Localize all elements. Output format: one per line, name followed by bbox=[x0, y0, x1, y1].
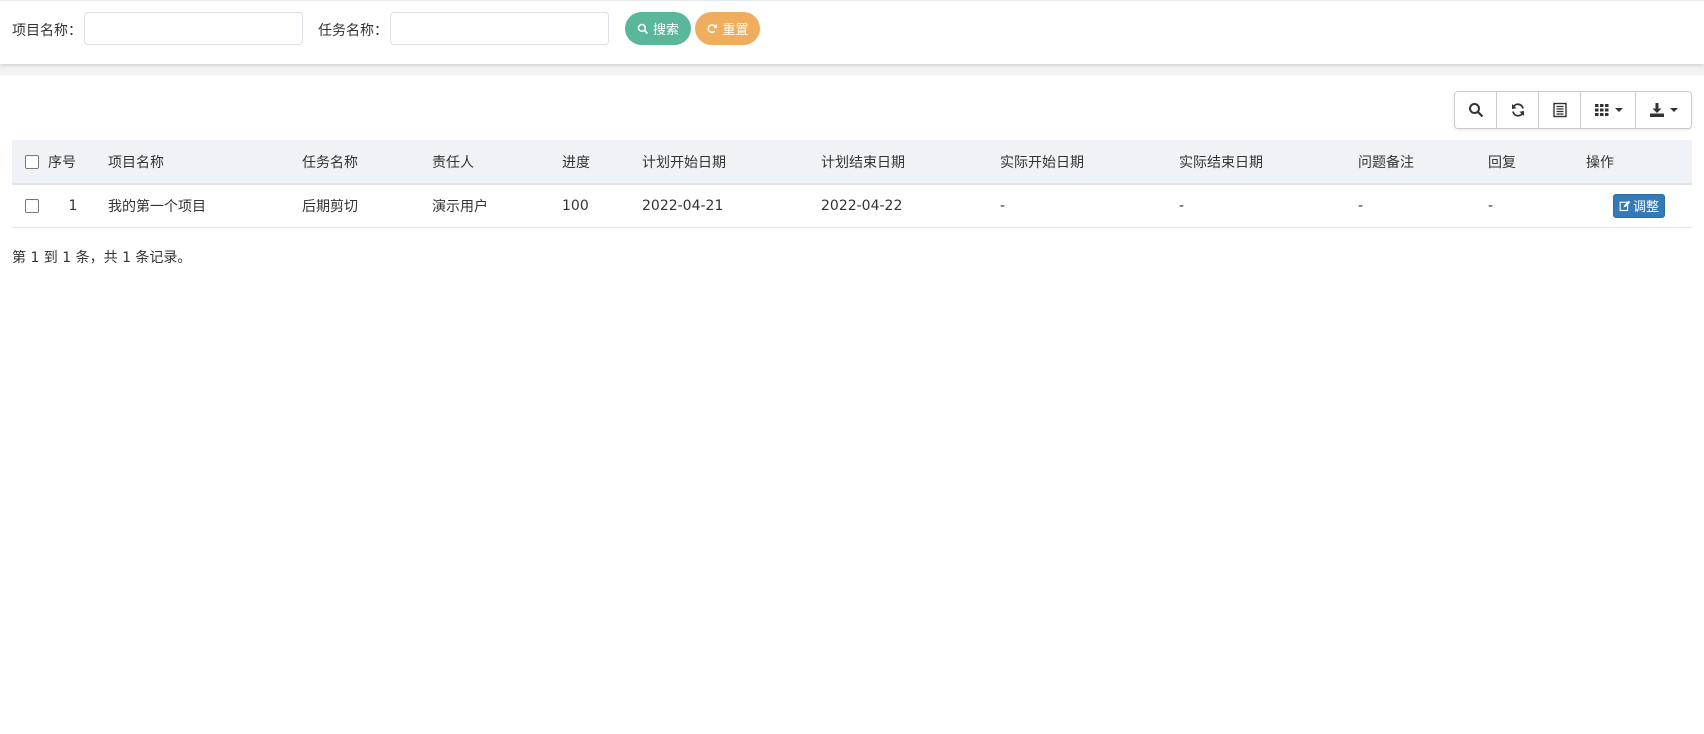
pagination-info: 第 1 到 1 条，共 1 条记录。 bbox=[12, 250, 192, 266]
header-actual-end: 实际结束日期 bbox=[1179, 140, 1358, 185]
toolbar-refresh-button[interactable] bbox=[1497, 92, 1539, 128]
search-button-label: 搜索 bbox=[652, 22, 679, 37]
header-plan-start: 计划开始日期 bbox=[642, 140, 821, 185]
chevron-down-icon bbox=[1670, 108, 1678, 112]
cell-actual-start: - bbox=[1000, 184, 1179, 228]
cell-project: 我的第一个项目 bbox=[98, 184, 302, 228]
toolbar-search-button[interactable] bbox=[1455, 92, 1497, 128]
task-name-input[interactable] bbox=[390, 12, 609, 45]
edit-icon bbox=[1619, 200, 1631, 211]
header-actions: 操作 bbox=[1586, 140, 1692, 185]
task-name-label: 任务名称： bbox=[318, 23, 388, 39]
header-owner: 责任人 bbox=[432, 140, 562, 185]
search-form: 项目名称： 任务名称： 搜索 重置 bbox=[0, 0, 1704, 64]
cell-task: 后期剪切 bbox=[302, 184, 432, 228]
header-project: 项目名称 bbox=[98, 140, 302, 185]
cell-actions: 调整 bbox=[1586, 184, 1692, 228]
cell-remark: - bbox=[1358, 184, 1488, 228]
chevron-down-icon bbox=[1614, 108, 1623, 112]
project-name-label: 项目名称： bbox=[12, 23, 82, 39]
cell-plan-start: 2022-04-21 bbox=[642, 184, 821, 228]
table-toolbar bbox=[1454, 91, 1692, 129]
refresh-icon bbox=[708, 23, 718, 33]
row-checkbox[interactable] bbox=[25, 198, 39, 213]
cell-reply: - bbox=[1488, 184, 1586, 228]
header-plan-end: 计划结束日期 bbox=[821, 140, 1000, 185]
project-name-input[interactable] bbox=[84, 12, 303, 45]
select-all-checkbox[interactable] bbox=[25, 154, 39, 169]
table-row[interactable]: 1 我的第一个项目 后期剪切 演示用户 100 2022-04-21 2022-… bbox=[12, 184, 1692, 228]
adjust-button-label: 调整 bbox=[1632, 199, 1659, 215]
header-actual-start: 实际开始日期 bbox=[1000, 140, 1179, 185]
cell-seq: 1 bbox=[48, 184, 98, 228]
toolbar-toggle-view-button[interactable] bbox=[1539, 92, 1581, 128]
header-seq: 序号 bbox=[48, 140, 98, 185]
cell-actual-end: - bbox=[1179, 184, 1358, 228]
toolbar-export-button[interactable] bbox=[1636, 92, 1691, 128]
cell-plan-end: 2022-04-22 bbox=[821, 184, 1000, 228]
search-icon bbox=[637, 23, 649, 34]
table-header-row: 序号 项目名称 任务名称 责任人 进度 计划开始日期 计划结束日期 实际开始日期… bbox=[12, 140, 1692, 185]
row-select-cell bbox=[12, 184, 48, 228]
header-reply: 回复 bbox=[1488, 140, 1586, 185]
header-select-all bbox=[12, 140, 48, 185]
adjust-button[interactable]: 调整 bbox=[1612, 193, 1665, 218]
columns-icon bbox=[1594, 104, 1608, 116]
table-panel: 序号 项目名称 任务名称 责任人 进度 计划开始日期 计划结束日期 实际开始日期… bbox=[0, 75, 1704, 734]
refresh-icon bbox=[1511, 103, 1524, 117]
toolbar-columns-button[interactable] bbox=[1581, 92, 1636, 128]
cell-owner: 演示用户 bbox=[432, 184, 562, 228]
task-table: 序号 项目名称 任务名称 责任人 进度 计划开始日期 计划结束日期 实际开始日期… bbox=[12, 140, 1692, 228]
search-button[interactable]: 搜索 bbox=[625, 12, 691, 45]
search-icon bbox=[1468, 103, 1483, 118]
reset-button[interactable]: 重置 bbox=[695, 12, 760, 45]
reset-button-label: 重置 bbox=[722, 22, 749, 37]
header-remark: 问题备注 bbox=[1358, 140, 1488, 185]
cell-progress: 100 bbox=[562, 184, 642, 228]
header-progress: 进度 bbox=[562, 140, 642, 185]
toggle-view-icon bbox=[1552, 102, 1567, 118]
export-icon bbox=[1650, 103, 1664, 117]
header-task: 任务名称 bbox=[302, 140, 432, 185]
